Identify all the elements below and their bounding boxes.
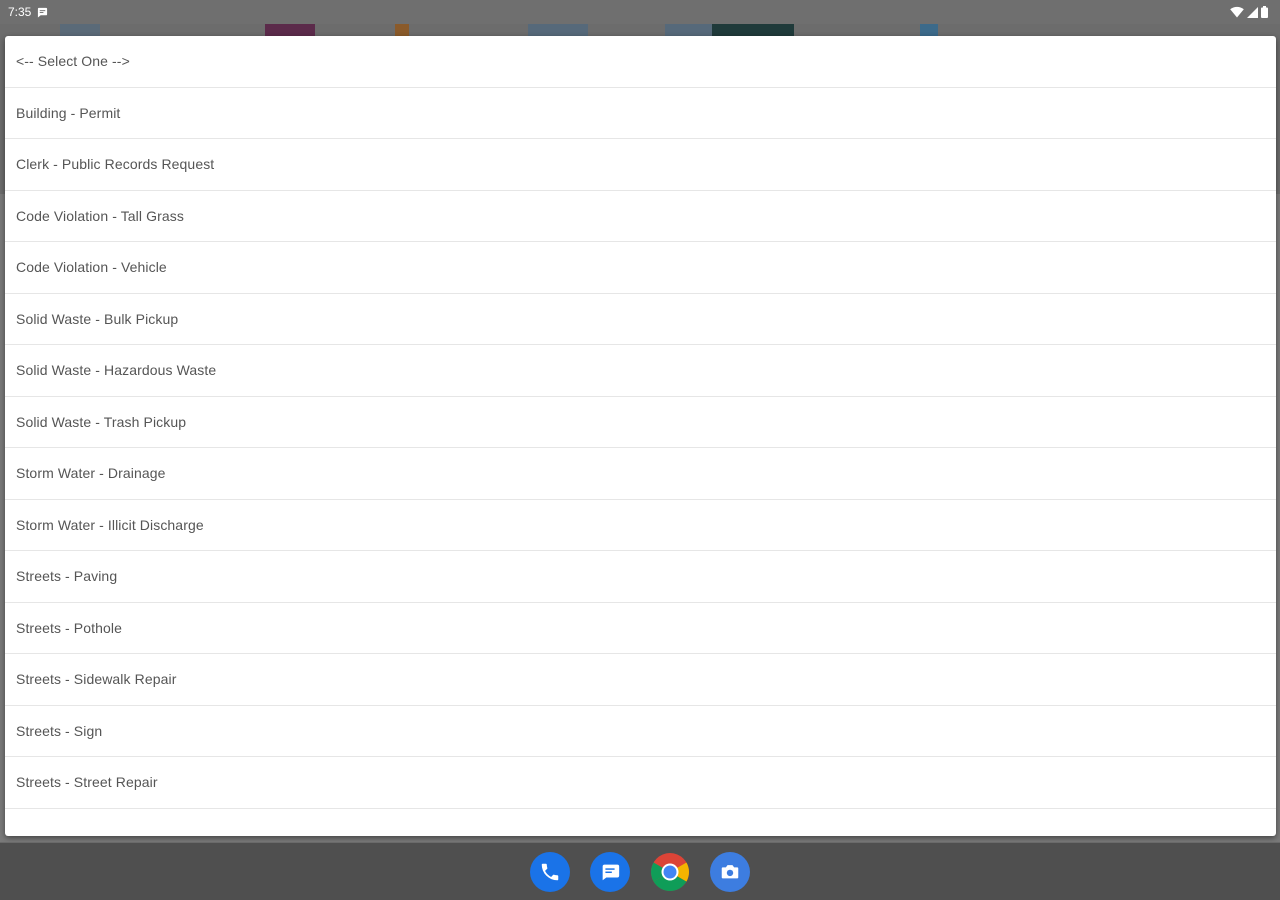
- cellular-signal-icon: [1247, 6, 1258, 18]
- option-code-violation-tall-grass[interactable]: Code Violation - Tall Grass: [5, 191, 1276, 242]
- app-dock: [0, 842, 1280, 900]
- option-streets-paving[interactable]: Streets - Paving: [5, 551, 1276, 603]
- background-decoration: [60, 24, 100, 36]
- background-decoration: [665, 24, 715, 36]
- option-code-violation-vehicle[interactable]: Code Violation - Vehicle: [5, 242, 1276, 294]
- wifi-icon: [1230, 6, 1244, 18]
- option-storm-water-drainage[interactable]: Storm Water - Drainage: [5, 448, 1276, 500]
- option-solid-waste-trash-pickup[interactable]: Solid Waste - Trash Pickup: [5, 397, 1276, 448]
- option-select-one[interactable]: <-- Select One -->: [5, 36, 1276, 88]
- option-storm-water-illicit-discharge[interactable]: Storm Water - Illicit Discharge: [5, 500, 1276, 551]
- camera-icon[interactable]: [710, 851, 750, 892]
- status-left: 7:35: [8, 5, 48, 19]
- background-decoration: [395, 24, 409, 36]
- option-clerk-public-records-request[interactable]: Clerk - Public Records Request: [5, 139, 1276, 191]
- option-building-permit[interactable]: Building - Permit: [5, 88, 1276, 139]
- messages-icon[interactable]: [590, 851, 630, 892]
- option-streets-sidewalk-repair[interactable]: Streets - Sidewalk Repair: [5, 654, 1276, 706]
- option-partially-visible[interactable]: [5, 809, 1276, 837]
- option-solid-waste-hazardous-waste[interactable]: Solid Waste - Hazardous Waste: [5, 345, 1276, 397]
- background-decoration: [265, 24, 315, 36]
- option-streets-pothole[interactable]: Streets - Pothole: [5, 603, 1276, 654]
- option-streets-street-repair[interactable]: Streets - Street Repair: [5, 757, 1276, 809]
- dropdown-options-list[interactable]: <-- Select One --> Building - Permit Cle…: [5, 36, 1276, 836]
- battery-icon: [1261, 6, 1268, 18]
- background-decoration: [528, 24, 588, 36]
- chrome-icon[interactable]: [650, 852, 690, 892]
- chat-notification-icon: [37, 7, 48, 18]
- background-decoration: [712, 24, 794, 36]
- phone-icon[interactable]: [530, 851, 570, 892]
- option-streets-sign[interactable]: Streets - Sign: [5, 706, 1276, 757]
- status-right: [1230, 6, 1268, 18]
- status-time: 7:35: [8, 5, 32, 19]
- option-solid-waste-bulk-pickup[interactable]: Solid Waste - Bulk Pickup: [5, 294, 1276, 345]
- status-bar: 7:35: [0, 0, 1280, 24]
- background-decoration: [920, 24, 938, 36]
